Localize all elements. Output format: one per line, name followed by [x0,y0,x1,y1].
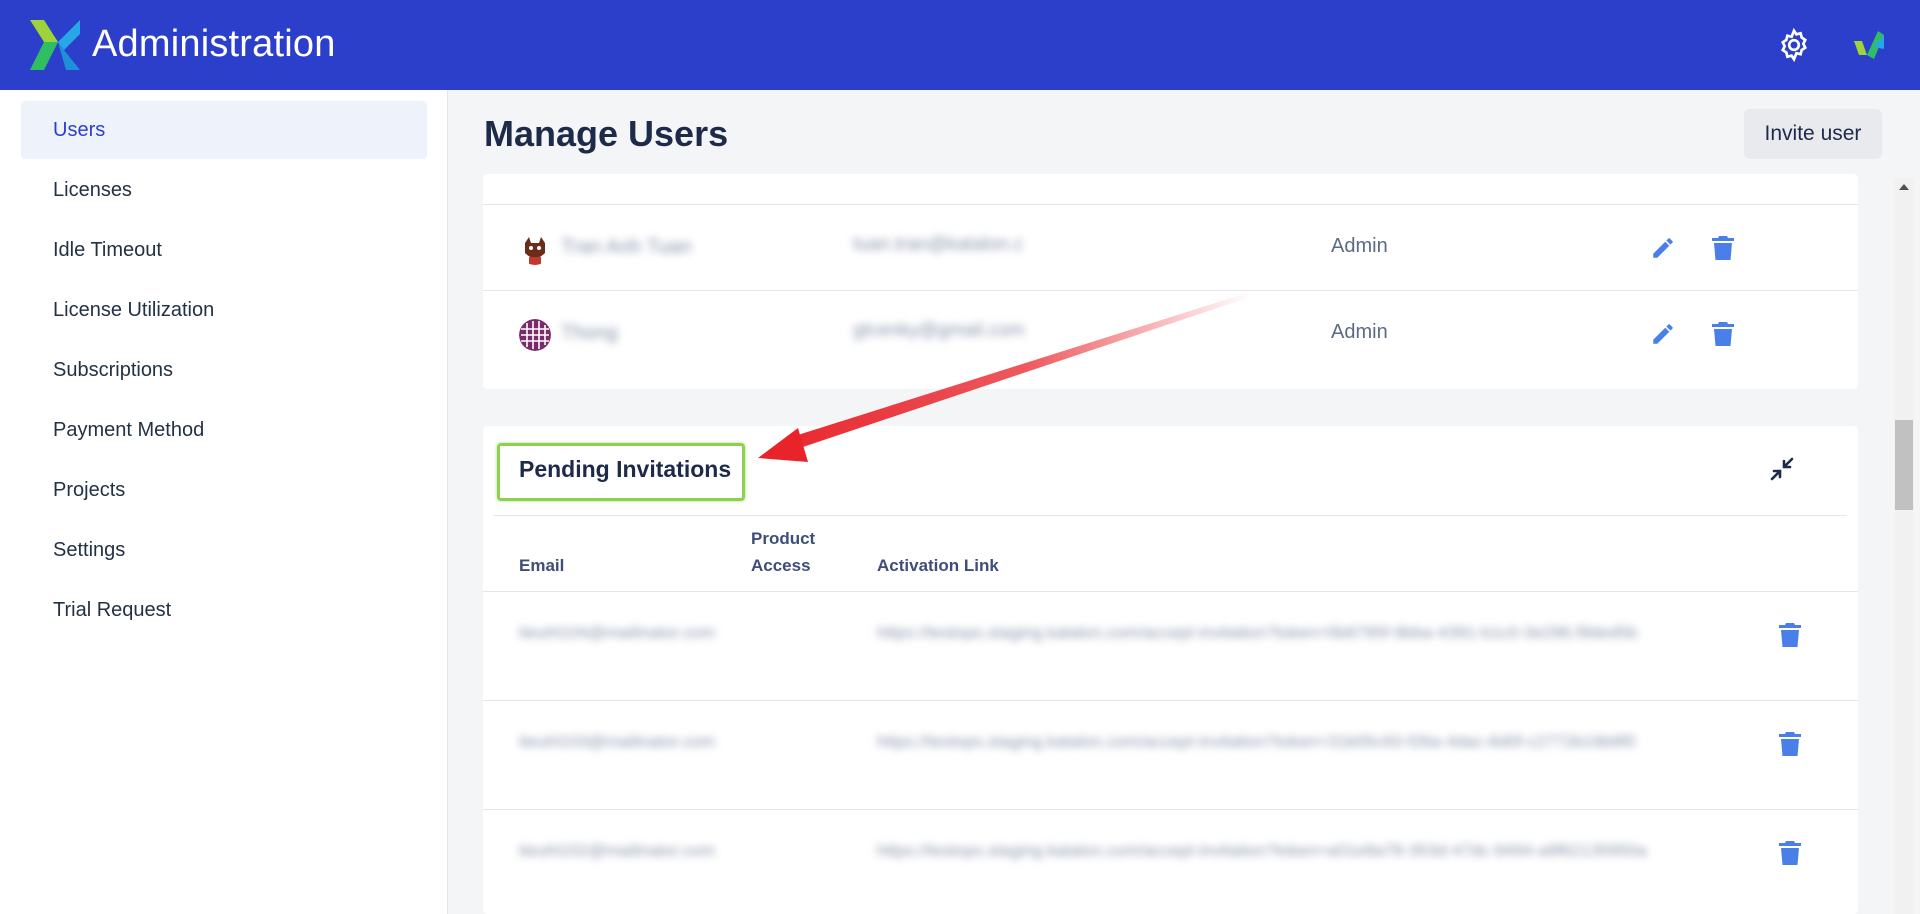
table-row: Tran Anh Tuan tuan.tran@katalon.c Admin [483,204,1858,290]
gear-icon[interactable] [1776,27,1812,63]
top-bar: Administration [0,0,1920,90]
table-row: Thong gtcenky@gmail.com Admin [483,290,1858,376]
sidebar-item-settings[interactable]: Settings [21,521,427,579]
scrollbar[interactable] [1894,178,1914,914]
invite-user-button[interactable]: Invite user [1744,109,1882,159]
user-role: Admin [1331,321,1388,343]
column-header-product-access: Product Access [751,529,816,575]
table-row: tieuhl102@mailinator.com https://testops… [483,809,1858,914]
user-email: gtcenky@gmail.com [853,320,1025,341]
user-email: tuan.tran@katalon.c [853,234,1024,255]
table-row: tieuhl104@mailinator.com https://testops… [483,591,1858,700]
delete-icon[interactable] [1778,731,1802,757]
column-header-activation-link: Activation Link [877,556,999,575]
delete-icon[interactable] [1778,622,1802,648]
edit-icon[interactable] [1650,321,1676,347]
sidebar-item-trial-request[interactable]: Trial Request [21,581,427,639]
sidebar-item-users[interactable]: Users [21,101,427,159]
avatar [519,319,551,351]
sidebar: Users Licenses Idle Timeout License Util… [0,90,448,914]
sidebar-item-payment-method[interactable]: Payment Method [21,401,427,459]
divider [494,515,1847,516]
sidebar-item-projects[interactable]: Projects [21,461,427,519]
collapse-icon[interactable] [1767,454,1797,484]
sidebar-item-idle-timeout[interactable]: Idle Timeout [21,221,427,279]
sidebar-item-licenses[interactable]: Licenses [21,161,427,219]
edit-icon[interactable] [1650,235,1676,261]
activation-link[interactable]: https://testops.staging.katalon.com/acce… [877,618,1747,648]
pending-invitations-panel: Pending Invitations Email Product Access… [483,426,1858,914]
pending-invitations-title: Pending Invitations [519,456,732,482]
delete-icon[interactable] [1711,235,1735,261]
user-role: Admin [1331,235,1388,257]
column-header-email: Email [519,556,565,575]
sidebar-item-subscriptions[interactable]: Subscriptions [21,341,427,399]
user-avatar-icon[interactable] [1848,25,1886,63]
user-name: Tran Anh Tuan [561,236,692,258]
app-title: Administration [92,23,336,65]
katalon-logo [30,20,80,70]
activation-link[interactable]: https://testops.staging.katalon.com/acce… [877,727,1747,757]
table-row: tieuhl103@mailinator.com https://testops… [483,700,1858,809]
scroll-up-arrow-icon[interactable] [1895,180,1913,194]
user-name: Thong [561,322,618,344]
invite-email: tieuhl103@mailinator.com [519,732,715,751]
sidebar-item-license-utilization[interactable]: License Utilization [21,281,427,339]
users-table: Tran Anh Tuan tuan.tran@katalon.c Admin … [483,174,1858,389]
scrollbar-thumb[interactable] [1895,420,1913,510]
page-title: Manage Users [484,113,729,154]
avatar [519,233,551,265]
delete-icon[interactable] [1778,840,1802,866]
invite-email: tieuhl102@mailinator.com [519,841,715,860]
invite-email: tieuhl104@mailinator.com [519,623,715,642]
delete-icon[interactable] [1711,321,1735,347]
activation-link[interactable]: https://testops.staging.katalon.com/acce… [877,836,1747,866]
